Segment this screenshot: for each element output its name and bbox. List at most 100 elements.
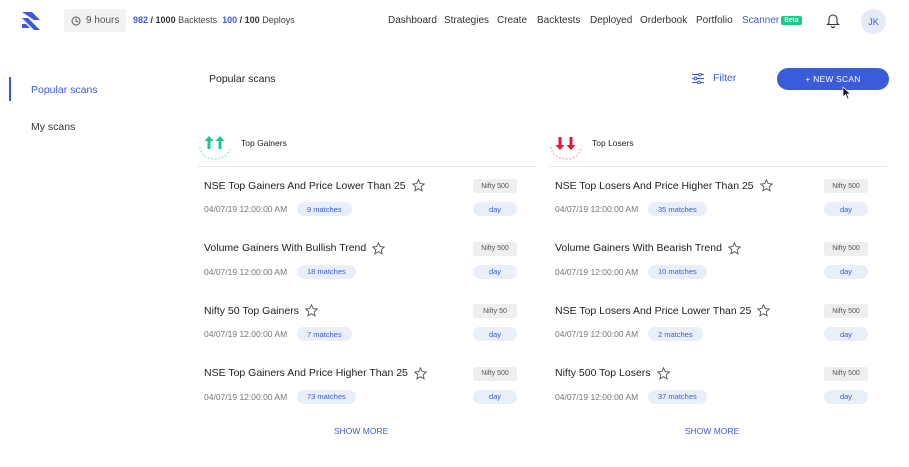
nav-portfolio[interactable]: Portfolio [696, 15, 733, 26]
index-badge: Nifty 500 [473, 366, 517, 381]
new-scan-button[interactable]: + NEW SCAN [777, 68, 889, 90]
mouse-cursor-icon [842, 86, 852, 100]
sidebar-active-indicator [9, 77, 11, 101]
backtests-label: Backtests [178, 15, 218, 25]
deploys-label: Deploys [262, 15, 295, 25]
frequency-badge: day [824, 389, 868, 404]
star-icon[interactable] [304, 304, 318, 317]
bell-icon[interactable] [826, 12, 840, 28]
hours-label: 9 hours [86, 15, 120, 26]
nav-scanner[interactable]: Scanner Beta [742, 15, 802, 26]
hours-badge[interactable]: 9 hours [64, 9, 126, 32]
history-icon [71, 16, 81, 25]
matches-badge[interactable]: 37 matches [648, 389, 707, 404]
star-icon[interactable] [727, 241, 741, 255]
scan-row[interactable]: Volume Gainers With Bearish Trend 04/07/… [549, 230, 887, 293]
scan-row[interactable]: NSE Top Losers And Price Higher Than 25 … [549, 167, 887, 230]
frequency-badge: day [473, 327, 517, 341]
frequency-badge: day [473, 389, 517, 404]
sidebar-item-popular-scans[interactable]: Popular scans [31, 84, 98, 96]
matches-badge[interactable]: 10 matches [648, 264, 707, 279]
scan-name-text: NSE Top Gainers And Price Lower Than 25 [204, 179, 406, 192]
scan-date: 04/07/19 12:00:00 AM [555, 391, 639, 402]
nav-deployed[interactable]: Deployed [590, 15, 632, 26]
page-title: Popular scans [209, 73, 276, 85]
scan-name[interactable]: NSE Top Gainers And Price Higher Than 25 [204, 366, 427, 380]
scan-name-text: NSE Top Losers And Price Higher Than 25 [555, 179, 754, 192]
scan-row[interactable]: Nifty 50 Top Gainers 04/07/19 12:00:00 A… [198, 292, 536, 355]
star-icon[interactable] [372, 241, 386, 255]
quota-info: 982 / 1000 Backtests 100 / 100 Deploys [133, 15, 295, 25]
star-icon[interactable] [411, 179, 425, 192]
scan-name-text: Nifty 50 Top Gainers [204, 304, 299, 317]
scan-date: 04/07/19 12:00:00 AM [204, 204, 288, 214]
matches-badge[interactable]: 2 matches [648, 327, 703, 341]
nav-create[interactable]: Create [497, 15, 527, 26]
top-bar: 9 hours 982 / 1000 Backtests 100 / 100 D… [0, 0, 909, 42]
scan-name-text: Volume Gainers With Bearish Trend [555, 242, 722, 254]
matches-badge[interactable]: 9 matches [297, 202, 352, 216]
matches-badge[interactable]: 73 matches [297, 389, 356, 404]
nav-backtests[interactable]: Backtests [537, 15, 580, 26]
nav-scanner-label: Scanner [742, 15, 780, 26]
nav-orderbook[interactable]: Orderbook [640, 15, 687, 26]
index-badge: Nifty 500 [473, 179, 517, 193]
nav-strategies[interactable]: Strategies [444, 15, 489, 26]
backtests-used: 982 [133, 15, 149, 25]
avatar[interactable]: JK [861, 9, 886, 34]
scan-name[interactable]: NSE Top Losers And Price Higher Than 25 [555, 179, 773, 192]
matches-badge[interactable]: 35 matches [648, 202, 707, 216]
scan-date: 04/07/19 12:00:00 AM [555, 329, 639, 339]
scan-date: 04/07/19 12:00:00 AM [204, 391, 288, 402]
top-gainers-list: NSE Top Gainers And Price Lower Than 25 … [198, 167, 536, 417]
sliders-icon [692, 72, 704, 84]
filter-label: Filter [713, 72, 737, 84]
scan-name[interactable]: Volume Gainers With Bearish Trend [555, 241, 741, 255]
scan-name-text: Volume Gainers With Bullish Trend [204, 242, 367, 254]
star-icon[interactable] [656, 366, 670, 380]
scan-name-text: Nifty 500 Top Losers [555, 367, 651, 379]
scan-name[interactable]: Nifty 500 Top Losers [555, 366, 670, 380]
filter-button[interactable]: Filter [692, 72, 736, 84]
index-badge: Nifty 500 [824, 366, 868, 381]
index-badge: Nifty 50 [473, 304, 517, 318]
logo-icon[interactable] [20, 9, 42, 31]
scan-row[interactable]: Nifty 500 Top Losers 04/07/19 12:00:00 A… [549, 355, 887, 418]
scan-name[interactable]: Nifty 50 Top Gainers [204, 304, 318, 317]
scan-name[interactable]: NSE Top Losers And Price Lower Than 25 [555, 304, 771, 317]
sidebar-item-my-scans[interactable]: My scans [31, 121, 75, 133]
show-more-gainers-button[interactable]: SHOW MORE [334, 426, 388, 436]
nav-dashboard[interactable]: Dashboard [388, 15, 437, 26]
scan-name[interactable]: Volume Gainers With Bullish Trend [204, 241, 386, 255]
index-badge: Nifty 500 [824, 179, 868, 193]
scan-name-text: NSE Top Losers And Price Lower Than 25 [555, 304, 752, 317]
column-title: Top Gainers [241, 138, 287, 148]
matches-badge[interactable]: 18 matches [297, 264, 356, 279]
scan-name-text: NSE Top Gainers And Price Higher Than 25 [204, 367, 408, 379]
scan-row[interactable]: NSE Top Losers And Price Lower Than 25 0… [549, 292, 887, 355]
column-title: Top Losers [592, 138, 634, 148]
star-icon[interactable] [413, 366, 427, 380]
deploys-total: / 100 [239, 15, 260, 25]
scan-name[interactable]: NSE Top Gainers And Price Lower Than 25 [204, 179, 425, 192]
index-badge: Nifty 500 [473, 241, 517, 256]
top-losers-header: Top Losers [549, 129, 887, 167]
backtests-total: / 1000 [150, 15, 176, 25]
top-losers-list: NSE Top Losers And Price Higher Than 25 … [549, 167, 887, 417]
frequency-badge: day [824, 202, 868, 216]
beta-badge: Beta [781, 16, 802, 25]
scan-row[interactable]: NSE Top Gainers And Price Higher Than 25… [198, 355, 536, 418]
star-icon[interactable] [759, 179, 773, 192]
frequency-badge: day [824, 264, 868, 279]
scan-row[interactable]: Volume Gainers With Bullish Trend 04/07/… [198, 230, 536, 293]
frequency-badge: day [824, 327, 868, 341]
scan-row[interactable]: NSE Top Gainers And Price Lower Than 25 … [198, 167, 536, 230]
matches-badge[interactable]: 7 matches [297, 327, 352, 341]
star-icon[interactable] [757, 304, 771, 317]
top-gainers-header: Top Gainers [198, 129, 536, 167]
show-more-losers-button[interactable]: SHOW MORE [685, 426, 739, 436]
scan-date: 04/07/19 12:00:00 AM [204, 329, 288, 339]
scan-date: 04/07/19 12:00:00 AM [555, 266, 639, 277]
top-gainers-column: Top Gainers NSE Top Gainers And Price Lo… [198, 129, 536, 417]
frequency-badge: day [473, 264, 517, 279]
